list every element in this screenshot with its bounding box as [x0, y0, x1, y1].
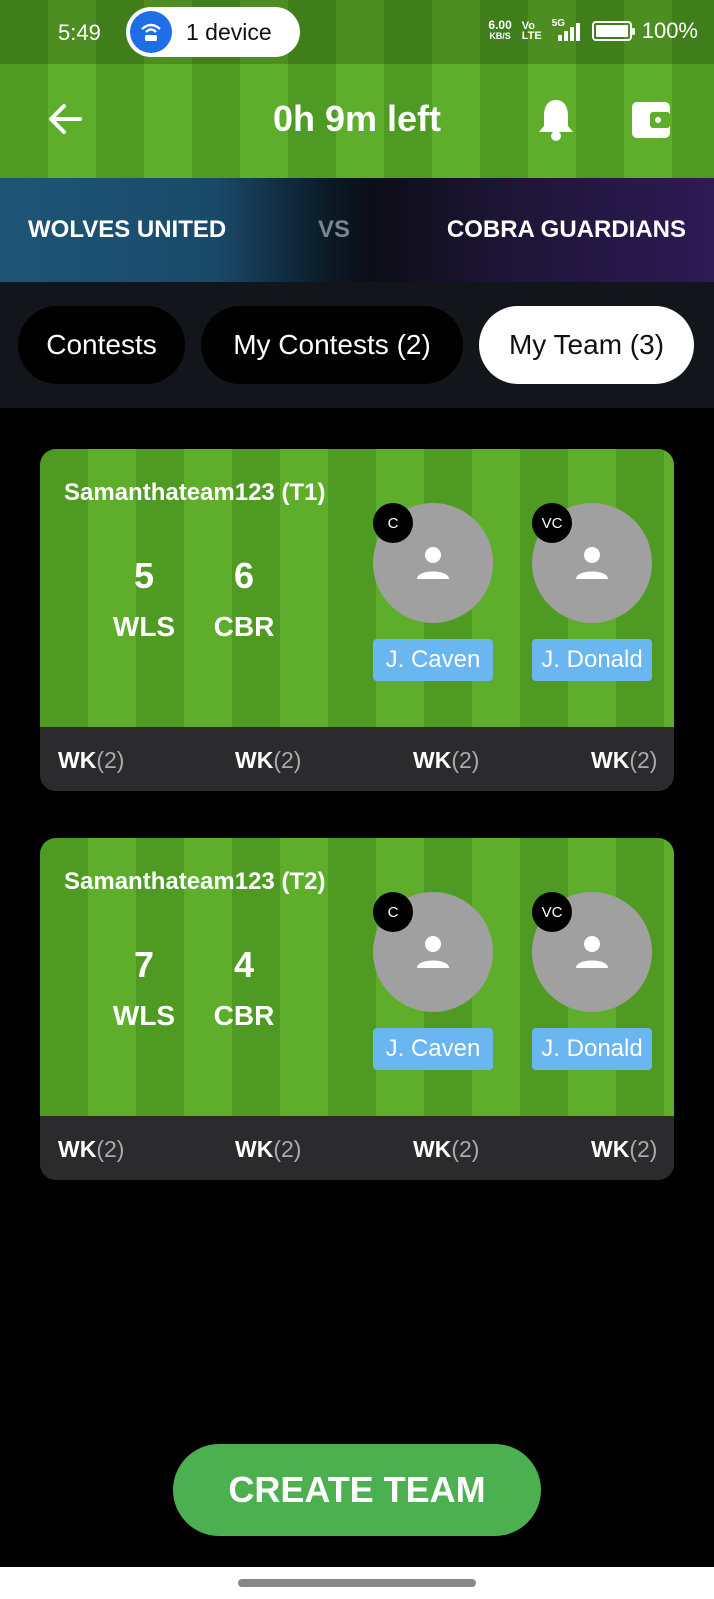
team-card[interactable]: Samanthateam123 (T1) 5 6 WLS CBR C J. Ca… — [40, 449, 674, 791]
captain-player[interactable]: C J. Caven — [373, 503, 493, 683]
team-right-abbr: CBR — [213, 1000, 275, 1031]
team-left-name: WOLVES UNITED — [28, 216, 227, 243]
system-nav-bar — [0, 1567, 714, 1599]
team-card-name: Samanthateam123 (T2) — [64, 868, 326, 895]
captain-name: J. Caven — [373, 1028, 493, 1070]
wallet-icon[interactable] — [628, 94, 674, 144]
role-count: WK(2) — [413, 747, 480, 773]
status-bar: 5:49 1 device 6.00 KB/S Vo LTE 5G 100% — [0, 0, 714, 64]
signal-icon: 5G — [552, 19, 582, 43]
home-gesture-handle[interactable] — [238, 1579, 476, 1587]
role-count: WK(2) — [413, 1136, 480, 1162]
team-right-abbr: CBR — [213, 611, 275, 642]
tab-contests[interactable]: Contests — [18, 306, 185, 384]
status-time: 5:49 — [58, 20, 101, 45]
header: 0h 9m left — [0, 64, 714, 178]
role-count: WK(2) — [235, 747, 302, 773]
create-team-button[interactable]: CREATE TEAM — [173, 1444, 541, 1536]
person-icon — [576, 547, 608, 579]
person-icon — [576, 936, 608, 968]
team-left-abbr: WLS — [112, 611, 176, 642]
hotspot-pill[interactable]: 1 device — [126, 7, 300, 57]
battery-icon — [591, 21, 635, 41]
role-count: WK(2) — [58, 1136, 125, 1162]
person-icon — [417, 547, 449, 579]
role-count: WK(2) — [591, 1136, 658, 1162]
role-count: WK(2) — [591, 747, 658, 773]
team-card-field: Samanthateam123 (T1) 5 6 WLS CBR C J. Ca… — [40, 449, 674, 727]
vice-captain-badge: VC — [532, 503, 572, 543]
match-bar: WOLVES UNITED VS COBRA GUARDIANS — [0, 178, 714, 282]
vice-captain-player[interactable]: VC J. Donald — [532, 892, 652, 1072]
vice-captain-player[interactable]: VC J. Donald — [532, 503, 652, 683]
tab-my-team[interactable]: My Team (3) — [479, 306, 694, 384]
vice-captain-name: J. Donald — [532, 1028, 652, 1070]
person-icon — [417, 936, 449, 968]
team-right-count: 6 — [233, 555, 255, 596]
network-speed: 6.00 KB/S — [488, 18, 512, 41]
team-left-count: 7 — [133, 944, 155, 985]
vs-label: VS — [318, 216, 351, 243]
team-left-abbr: WLS — [112, 1000, 176, 1031]
team-right-name: COBRA GUARDIANS — [446, 216, 686, 243]
tab-my-contests[interactable]: My Contests (2) — [201, 306, 463, 384]
team-right-count: 4 — [233, 944, 255, 985]
team-card-roles: WK(2) WK(2) WK(2) WK(2) — [40, 1116, 674, 1180]
team-card-roles: WK(2) WK(2) WK(2) WK(2) — [40, 727, 674, 791]
captain-badge: C — [373, 503, 413, 543]
vice-captain-name: J. Donald — [532, 639, 652, 681]
team-card[interactable]: Samanthateam123 (T2) 7 4 WLS CBR C J. Ca… — [40, 838, 674, 1180]
hotspot-label: 1 device — [186, 18, 272, 45]
captain-badge: C — [373, 892, 413, 932]
battery-level: 100% — [641, 18, 698, 43]
role-count: WK(2) — [58, 747, 125, 773]
volte-indicator: Vo LTE — [521, 20, 542, 42]
status-icons: 6.00 KB/S Vo LTE 5G 100% — [488, 18, 698, 44]
top-area: 5:49 1 device 6.00 KB/S Vo LTE 5G 100% 0… — [0, 0, 714, 178]
time-left-title: 0h 9m left — [272, 98, 442, 139]
captain-name: J. Caven — [373, 639, 493, 681]
tabs-bar: Contests My Contests (2) My Team (3) — [0, 282, 714, 408]
team-left-count: 5 — [133, 555, 155, 596]
hotspot-icon — [130, 11, 172, 53]
role-count: WK(2) — [235, 1136, 302, 1162]
team-card-name: Samanthateam123 (T1) — [64, 479, 326, 506]
vice-captain-badge: VC — [532, 892, 572, 932]
bell-icon[interactable] — [534, 94, 578, 144]
captain-player[interactable]: C J. Caven — [373, 892, 493, 1072]
team-card-field: Samanthateam123 (T2) 7 4 WLS CBR C J. Ca… — [40, 838, 674, 1116]
